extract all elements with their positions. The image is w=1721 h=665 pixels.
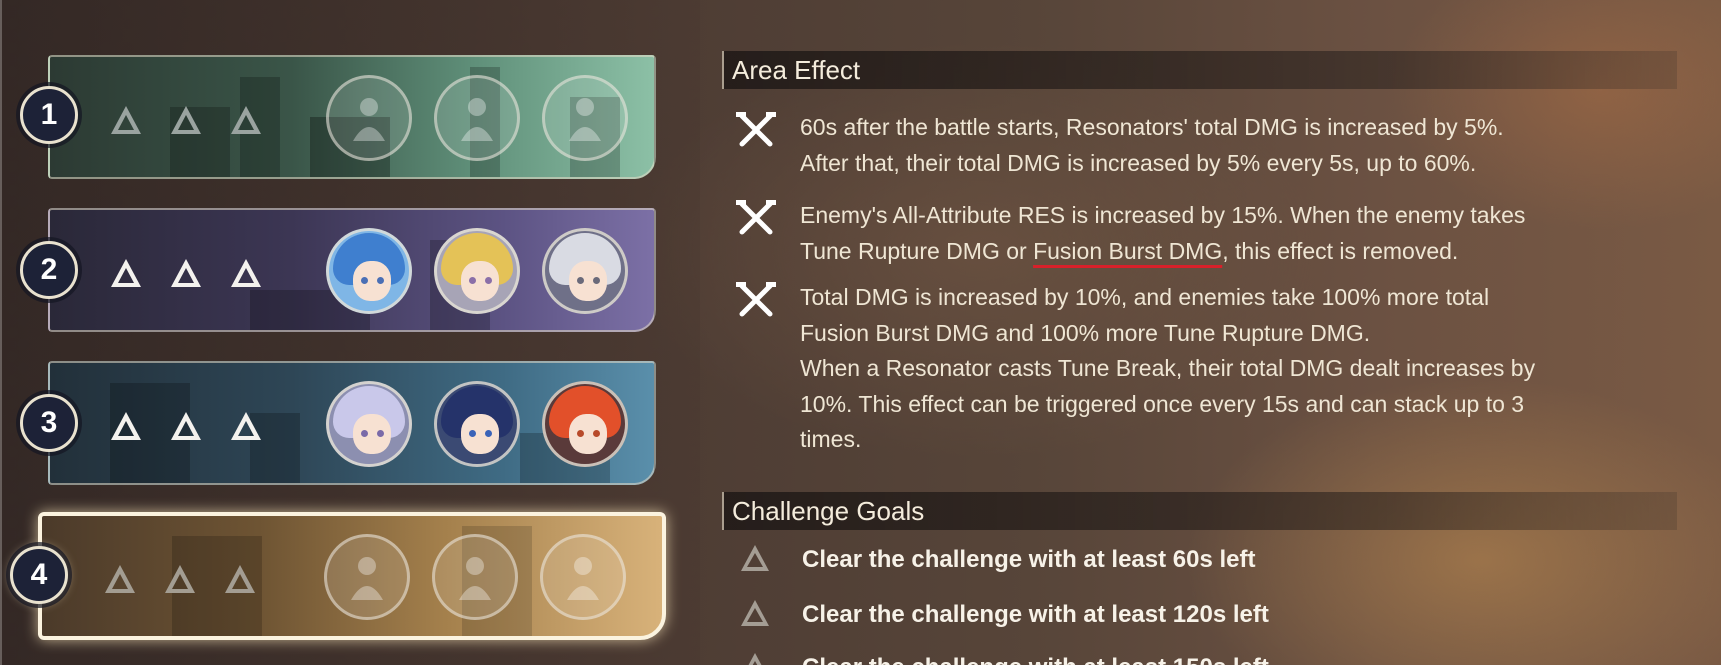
empty-team-slot[interactable] <box>326 75 412 161</box>
goal-text: Clear the challenge with at least 120s l… <box>802 601 1269 628</box>
triangle-rating-icon <box>168 256 204 292</box>
person-placeholder-icon <box>351 557 383 600</box>
team-slots <box>326 75 628 161</box>
triangle-goal-icon <box>738 542 772 576</box>
crossed-swords-icon <box>734 280 778 320</box>
stage-number-badge[interactable]: 3 <box>20 394 78 452</box>
section-title: Area Effect <box>732 55 861 85</box>
difficulty-triangles <box>108 409 264 445</box>
difficulty-triangles <box>108 256 264 292</box>
triangle-rating-icon <box>108 103 144 139</box>
difficulty-triangles <box>102 562 258 598</box>
challenge-goal-item: Clear the challenge with at least 120s l… <box>738 595 1638 635</box>
person-placeholder-icon <box>567 557 599 600</box>
area-effect-item: Enemy's All-Attribute RES is increased b… <box>734 198 1654 274</box>
triangle-rating-icon <box>168 409 204 445</box>
area-effect-item: Total DMG is increased by 10%, and enemi… <box>734 280 1654 460</box>
crossed-swords-icon <box>734 110 778 150</box>
triangle-rating-icon <box>228 103 264 139</box>
triangle-rating-icon <box>228 409 264 445</box>
area-effect-item: 60s after the battle starts, Resonators'… <box>734 110 1654 186</box>
triangle-rating-icon <box>168 103 204 139</box>
character-portrait-blonde-hair[interactable] <box>434 228 520 314</box>
character-portrait-blue-hair[interactable] <box>326 228 412 314</box>
stage-row-2[interactable]: 2 <box>0 208 670 338</box>
empty-team-slot[interactable] <box>542 75 628 161</box>
challenge-goal-item: Clear the challenge with at least 150s l… <box>738 648 1638 665</box>
effect-text: Enemy's All-Attribute RES is increased b… <box>800 202 1526 264</box>
stage-row-1[interactable]: 1 <box>0 55 670 185</box>
person-placeholder-icon <box>353 98 385 141</box>
triangle-goal-icon <box>738 597 772 631</box>
triangle-goal-icon <box>738 650 772 665</box>
stage-row-4[interactable]: 4 <box>0 512 670 652</box>
effect-text: Total DMG is increased by 10%, and enemi… <box>800 284 1536 452</box>
triangle-rating-icon <box>102 562 138 598</box>
team-slots <box>324 534 626 620</box>
triangle-rating-icon <box>228 256 264 292</box>
stage-row-3[interactable]: 3 <box>0 361 670 491</box>
team-slots <box>326 381 628 467</box>
empty-team-slot[interactable] <box>540 534 626 620</box>
effect-text: 60s after the battle starts, Resonators'… <box>800 114 1504 176</box>
empty-team-slot[interactable] <box>324 534 410 620</box>
stage-number-badge[interactable]: 2 <box>20 241 78 299</box>
empty-team-slot[interactable] <box>434 75 520 161</box>
person-placeholder-icon <box>461 98 493 141</box>
stage-number-badge[interactable]: 1 <box>20 86 78 144</box>
character-portrait-silver-hair[interactable] <box>542 228 628 314</box>
area-effect-header: Area Effect <box>722 51 1677 89</box>
triangle-rating-icon <box>162 562 198 598</box>
person-placeholder-icon <box>569 98 601 141</box>
stage-number-badge[interactable]: 4 <box>10 546 68 604</box>
triangle-rating-icon <box>222 562 258 598</box>
triangle-rating-icon <box>108 256 144 292</box>
person-placeholder-icon <box>459 557 491 600</box>
empty-team-slot[interactable] <box>432 534 518 620</box>
difficulty-triangles <box>108 103 264 139</box>
challenge-goals-header: Challenge Goals <box>722 492 1677 530</box>
challenge-goal-item: Clear the challenge with at least 60s le… <box>738 540 1638 580</box>
crossed-swords-icon <box>734 198 778 238</box>
character-portrait-navy-hair[interactable] <box>434 381 520 467</box>
character-portrait-red-hair[interactable] <box>542 381 628 467</box>
goal-text: Clear the challenge with at least 150s l… <box>802 654 1269 665</box>
character-portrait-lavender-hair[interactable] <box>326 381 412 467</box>
section-title: Challenge Goals <box>732 496 925 526</box>
keyword-link[interactable]: Fusion Burst DMG <box>1033 238 1222 264</box>
goal-text: Clear the challenge with at least 60s le… <box>802 546 1256 573</box>
triangle-rating-icon <box>108 409 144 445</box>
team-slots <box>326 228 628 314</box>
